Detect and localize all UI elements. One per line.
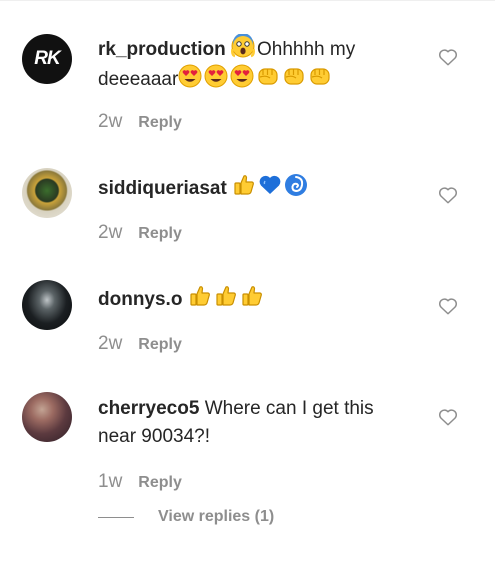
reply-button[interactable]: Reply [138, 336, 182, 354]
blue-heart-icon [259, 175, 281, 194]
fist-icon [284, 68, 304, 85]
fist-icon [310, 68, 330, 85]
heart-eyes-face-icon [230, 64, 254, 88]
comment-meta: 2w Reply [98, 222, 182, 244]
view-replies-label: View replies (1) [158, 508, 275, 525]
thumbs-up-icon [190, 286, 210, 306]
cyclone-icon [285, 174, 308, 196]
comment-body: siddiqueriasat [98, 173, 403, 203]
comment-age: 2w [98, 333, 123, 354]
comment-meta: 2w Reply [98, 333, 182, 355]
reply-button[interactable]: Reply [138, 225, 182, 243]
top-divider [0, 0, 495, 1]
view-replies-divider [98, 516, 134, 518]
avatar[interactable] [22, 392, 72, 442]
avatar[interactable]: RK [22, 34, 72, 84]
comment-body: donnys.o [98, 284, 403, 314]
reply-button[interactable]: Reply [138, 114, 182, 132]
comment-meta: 2w Reply [98, 111, 182, 133]
like-heart-icon[interactable] [438, 297, 458, 315]
thumbs-up-icon [234, 175, 255, 195]
like-heart-icon[interactable] [438, 408, 458, 426]
comment-body: cherryeco5 Where can I get this near 900… [98, 395, 398, 451]
reply-button[interactable]: Reply [138, 474, 182, 492]
screaming-face-icon [231, 34, 255, 58]
heart-eyes-face-icon [178, 64, 202, 88]
view-replies-button[interactable]: View replies (1) [98, 508, 274, 526]
like-heart-icon[interactable] [438, 48, 458, 66]
avatar[interactable] [22, 168, 72, 218]
username[interactable]: siddiqueriasat [98, 178, 227, 199]
comment-age: 2w [98, 111, 123, 132]
username[interactable]: cherryeco5 [98, 398, 199, 419]
username[interactable]: rk_production [98, 39, 226, 60]
thumbs-up-icon [242, 286, 262, 306]
comment-age: 1w [98, 471, 123, 492]
comment-meta: 1w Reply [98, 471, 182, 493]
fist-icon [258, 68, 278, 85]
comment-body: rk_production Ohhhhh my deeeaaar [98, 34, 403, 94]
heart-eyes-face-icon [204, 64, 228, 88]
avatar[interactable] [22, 280, 72, 330]
like-heart-icon[interactable] [438, 186, 458, 204]
username[interactable]: donnys.o [98, 289, 182, 310]
comment-age: 2w [98, 222, 123, 243]
thumbs-up-icon [216, 286, 236, 306]
